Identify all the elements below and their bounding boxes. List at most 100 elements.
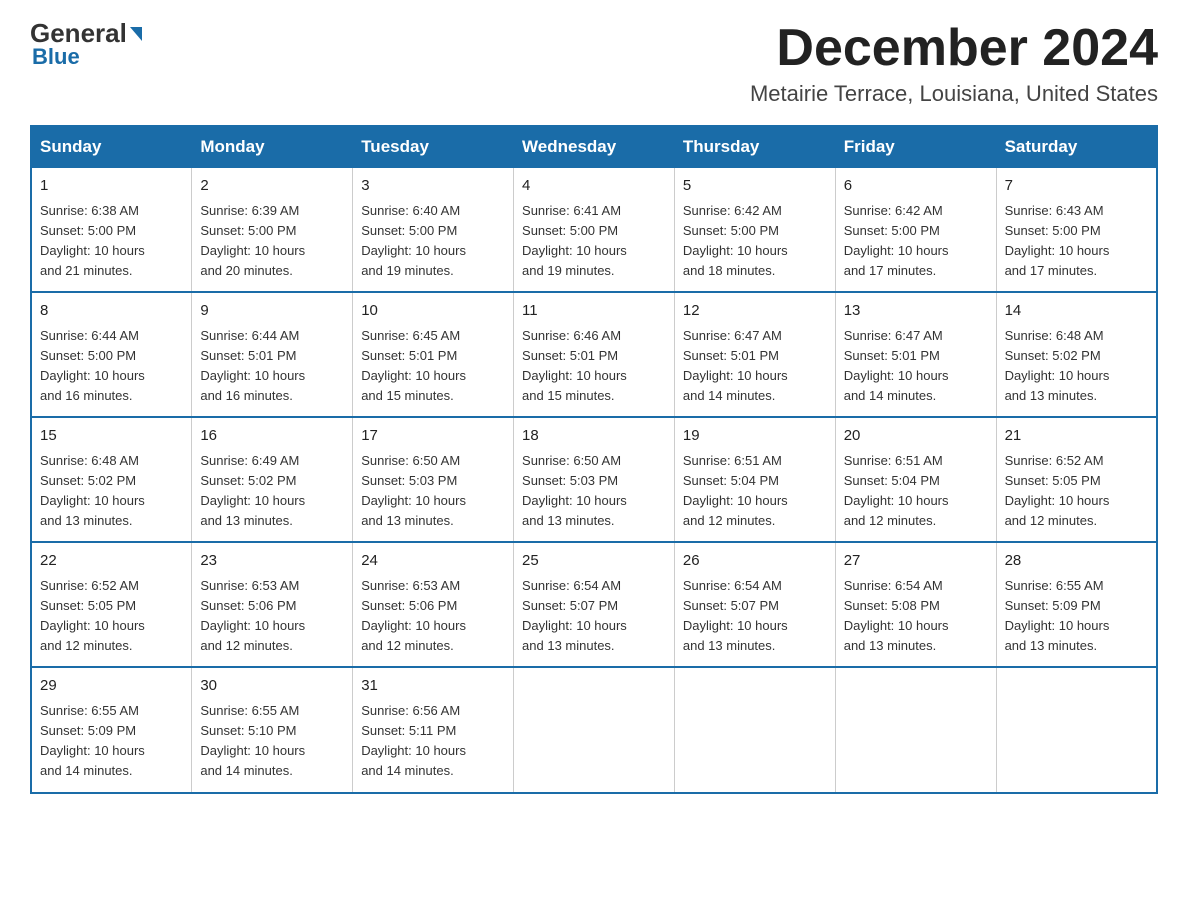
- calendar-week-row: 22 Sunrise: 6:52 AMSunset: 5:05 PMDayligh…: [31, 542, 1157, 667]
- day-info: Sunrise: 6:52 AMSunset: 5:05 PMDaylight:…: [1005, 451, 1148, 532]
- day-info: Sunrise: 6:51 AMSunset: 5:04 PMDaylight:…: [844, 451, 988, 532]
- weekday-header-saturday: Saturday: [996, 126, 1157, 168]
- calendar-week-row: 15 Sunrise: 6:48 AMSunset: 5:02 PMDayligh…: [31, 417, 1157, 542]
- day-number: 2: [200, 175, 344, 198]
- day-number: 16: [200, 425, 344, 448]
- calendar-cell: [835, 667, 996, 792]
- day-info: Sunrise: 6:53 AMSunset: 5:06 PMDaylight:…: [200, 576, 344, 657]
- day-info: Sunrise: 6:53 AMSunset: 5:06 PMDaylight:…: [361, 576, 505, 657]
- day-number: 29: [40, 675, 183, 698]
- calendar-cell: 18 Sunrise: 6:50 AMSunset: 5:03 PMDayligh…: [514, 417, 675, 542]
- day-number: 13: [844, 300, 988, 323]
- day-number: 19: [683, 425, 827, 448]
- day-info: Sunrise: 6:38 AMSunset: 5:00 PMDaylight:…: [40, 201, 183, 282]
- calendar-cell: 1 Sunrise: 6:38 AMSunset: 5:00 PMDaylight…: [31, 168, 192, 293]
- calendar-cell: 5Sunrise: 6:42 AMSunset: 5:00 PMDaylight…: [674, 168, 835, 293]
- calendar-cell: 8Sunrise: 6:44 AMSunset: 5:00 PMDaylight…: [31, 292, 192, 417]
- day-info: Sunrise: 6:42 AMSunset: 5:00 PMDaylight:…: [844, 201, 988, 282]
- calendar-cell: 3 Sunrise: 6:40 AMSunset: 5:00 PMDaylight…: [353, 168, 514, 293]
- day-info: Sunrise: 6:48 AMSunset: 5:02 PMDaylight:…: [40, 451, 183, 532]
- calendar-cell: 21 Sunrise: 6:52 AMSunset: 5:05 PMDayligh…: [996, 417, 1157, 542]
- logo-blue-text: Blue: [30, 44, 80, 70]
- calendar-cell: 23 Sunrise: 6:53 AMSunset: 5:06 PMDayligh…: [192, 542, 353, 667]
- calendar-cell: 27Sunrise: 6:54 AMSunset: 5:08 PMDayligh…: [835, 542, 996, 667]
- calendar-week-row: 29 Sunrise: 6:55 AMSunset: 5:09 PMDayligh…: [31, 667, 1157, 792]
- day-number: 18: [522, 425, 666, 448]
- weekday-header-sunday: Sunday: [31, 126, 192, 168]
- day-info: Sunrise: 6:43 AMSunset: 5:00 PMDaylight:…: [1005, 201, 1148, 282]
- day-info: Sunrise: 6:56 AMSunset: 5:11 PMDaylight:…: [361, 701, 505, 782]
- day-info: Sunrise: 6:55 AMSunset: 5:09 PMDaylight:…: [40, 701, 183, 782]
- day-number: 24: [361, 550, 505, 573]
- day-number: 6: [844, 175, 988, 198]
- day-info: Sunrise: 6:48 AMSunset: 5:02 PMDaylight:…: [1005, 326, 1148, 407]
- calendar-cell: 22 Sunrise: 6:52 AMSunset: 5:05 PMDayligh…: [31, 542, 192, 667]
- day-number: 21: [1005, 425, 1148, 448]
- calendar-week-row: 1 Sunrise: 6:38 AMSunset: 5:00 PMDaylight…: [31, 168, 1157, 293]
- calendar-cell: 25 Sunrise: 6:54 AMSunset: 5:07 PMDayligh…: [514, 542, 675, 667]
- calendar-cell: 14Sunrise: 6:48 AMSunset: 5:02 PMDayligh…: [996, 292, 1157, 417]
- calendar-cell: 7 Sunrise: 6:43 AMSunset: 5:00 PMDaylight…: [996, 168, 1157, 293]
- day-number: 31: [361, 675, 505, 698]
- day-info: Sunrise: 6:39 AMSunset: 5:00 PMDaylight:…: [200, 201, 344, 282]
- calendar-cell: 29 Sunrise: 6:55 AMSunset: 5:09 PMDayligh…: [31, 667, 192, 792]
- calendar-cell: 10 Sunrise: 6:45 AMSunset: 5:01 PMDayligh…: [353, 292, 514, 417]
- day-info: Sunrise: 6:55 AMSunset: 5:09 PMDaylight:…: [1005, 576, 1148, 657]
- day-info: Sunrise: 6:54 AMSunset: 5:07 PMDaylight:…: [522, 576, 666, 657]
- day-info: Sunrise: 6:42 AMSunset: 5:00 PMDaylight:…: [683, 201, 827, 282]
- day-number: 11: [522, 300, 666, 323]
- day-number: 25: [522, 550, 666, 573]
- day-number: 28: [1005, 550, 1148, 573]
- calendar-cell: 11 Sunrise: 6:46 AMSunset: 5:01 PMDayligh…: [514, 292, 675, 417]
- calendar-cell: 2 Sunrise: 6:39 AMSunset: 5:00 PMDaylight…: [192, 168, 353, 293]
- day-info: Sunrise: 6:49 AMSunset: 5:02 PMDaylight:…: [200, 451, 344, 532]
- day-number: 17: [361, 425, 505, 448]
- day-number: 20: [844, 425, 988, 448]
- location-subtitle: Metairie Terrace, Louisiana, United Stat…: [750, 81, 1158, 107]
- day-info: Sunrise: 6:47 AMSunset: 5:01 PMDaylight:…: [844, 326, 988, 407]
- calendar-table: SundayMondayTuesdayWednesdayThursdayFrid…: [30, 125, 1158, 793]
- weekday-header-thursday: Thursday: [674, 126, 835, 168]
- day-number: 22: [40, 550, 183, 573]
- day-number: 15: [40, 425, 183, 448]
- day-info: Sunrise: 6:51 AMSunset: 5:04 PMDaylight:…: [683, 451, 827, 532]
- day-info: Sunrise: 6:52 AMSunset: 5:05 PMDaylight:…: [40, 576, 183, 657]
- logo-arrow-icon: [130, 27, 142, 41]
- calendar-cell: 30 Sunrise: 6:55 AMSunset: 5:10 PMDayligh…: [192, 667, 353, 792]
- day-info: Sunrise: 6:47 AMSunset: 5:01 PMDaylight:…: [683, 326, 827, 407]
- day-info: Sunrise: 6:46 AMSunset: 5:01 PMDaylight:…: [522, 326, 666, 407]
- month-title: December 2024: [750, 20, 1158, 77]
- weekday-header-row: SundayMondayTuesdayWednesdayThursdayFrid…: [31, 126, 1157, 168]
- calendar-cell: 26Sunrise: 6:54 AMSunset: 5:07 PMDayligh…: [674, 542, 835, 667]
- day-number: 27: [844, 550, 988, 573]
- day-number: 12: [683, 300, 827, 323]
- calendar-cell: [996, 667, 1157, 792]
- day-info: Sunrise: 6:50 AMSunset: 5:03 PMDaylight:…: [361, 451, 505, 532]
- day-info: Sunrise: 6:54 AMSunset: 5:07 PMDaylight:…: [683, 576, 827, 657]
- day-number: 23: [200, 550, 344, 573]
- day-number: 3: [361, 175, 505, 198]
- day-info: Sunrise: 6:40 AMSunset: 5:00 PMDaylight:…: [361, 201, 505, 282]
- weekday-header-tuesday: Tuesday: [353, 126, 514, 168]
- day-info: Sunrise: 6:50 AMSunset: 5:03 PMDaylight:…: [522, 451, 666, 532]
- day-info: Sunrise: 6:55 AMSunset: 5:10 PMDaylight:…: [200, 701, 344, 782]
- weekday-header-monday: Monday: [192, 126, 353, 168]
- calendar-cell: 20 Sunrise: 6:51 AMSunset: 5:04 PMDayligh…: [835, 417, 996, 542]
- calendar-cell: 9 Sunrise: 6:44 AMSunset: 5:01 PMDaylight…: [192, 292, 353, 417]
- calendar-cell: 24 Sunrise: 6:53 AMSunset: 5:06 PMDayligh…: [353, 542, 514, 667]
- day-number: 10: [361, 300, 505, 323]
- calendar-cell: 12 Sunrise: 6:47 AMSunset: 5:01 PMDayligh…: [674, 292, 835, 417]
- day-info: Sunrise: 6:44 AMSunset: 5:01 PMDaylight:…: [200, 326, 344, 407]
- day-number: 1: [40, 175, 183, 198]
- calendar-cell: 15 Sunrise: 6:48 AMSunset: 5:02 PMDayligh…: [31, 417, 192, 542]
- day-number: 9: [200, 300, 344, 323]
- day-number: 7: [1005, 175, 1148, 198]
- day-number: 30: [200, 675, 344, 698]
- calendar-cell: 31 Sunrise: 6:56 AMSunset: 5:11 PMDayligh…: [353, 667, 514, 792]
- logo: General Blue: [30, 20, 142, 70]
- calendar-cell: 19 Sunrise: 6:51 AMSunset: 5:04 PMDayligh…: [674, 417, 835, 542]
- day-info: Sunrise: 6:45 AMSunset: 5:01 PMDaylight:…: [361, 326, 505, 407]
- calendar-cell: 16 Sunrise: 6:49 AMSunset: 5:02 PMDayligh…: [192, 417, 353, 542]
- day-number: 4: [522, 175, 666, 198]
- calendar-cell: 13 Sunrise: 6:47 AMSunset: 5:01 PMDayligh…: [835, 292, 996, 417]
